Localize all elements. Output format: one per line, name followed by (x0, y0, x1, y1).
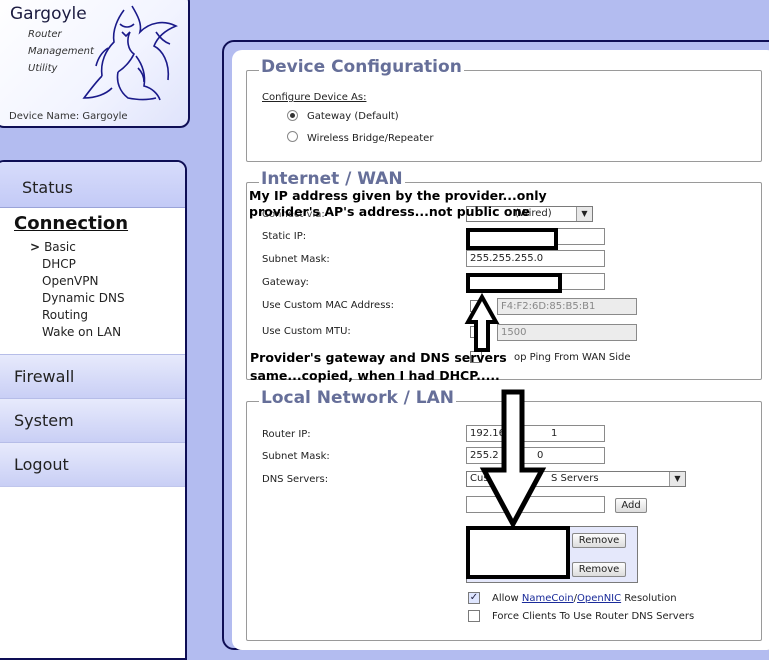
annotation-arrows (464, 292, 547, 530)
down-arrow-icon (479, 389, 547, 530)
up-arrow-icon (464, 292, 500, 352)
